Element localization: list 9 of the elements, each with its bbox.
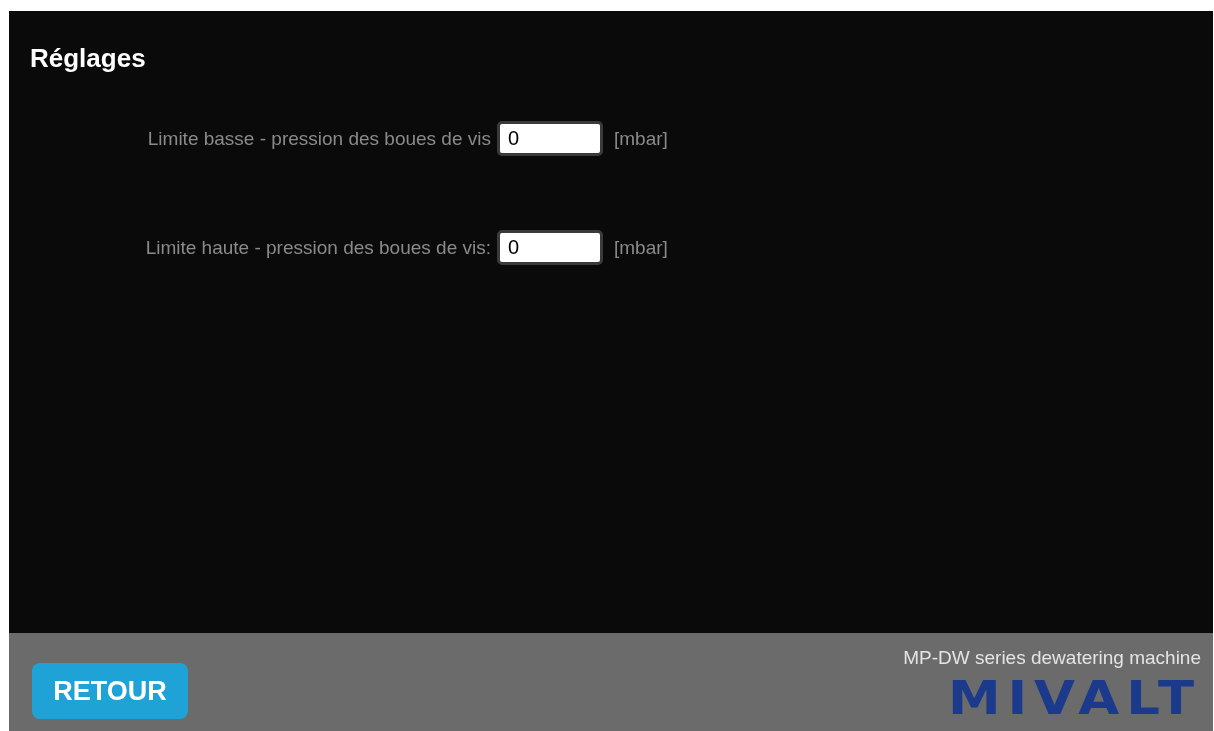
input-field[interactable]: 0 [497, 230, 603, 265]
brand-logo: MIVALT [947, 675, 1201, 721]
tagline: MP-DW series dewatering machine [903, 647, 1201, 669]
unit-label: [mbar] [614, 127, 668, 150]
field-label: Limite basse - pression des boues de vis [146, 127, 491, 150]
unit-label: [mbar] [614, 236, 668, 259]
field-label: Limite haute - pression des boues de vis: [144, 236, 491, 259]
page-title: Réglages [29, 42, 147, 74]
input-field[interactable]: 0 [497, 121, 603, 156]
